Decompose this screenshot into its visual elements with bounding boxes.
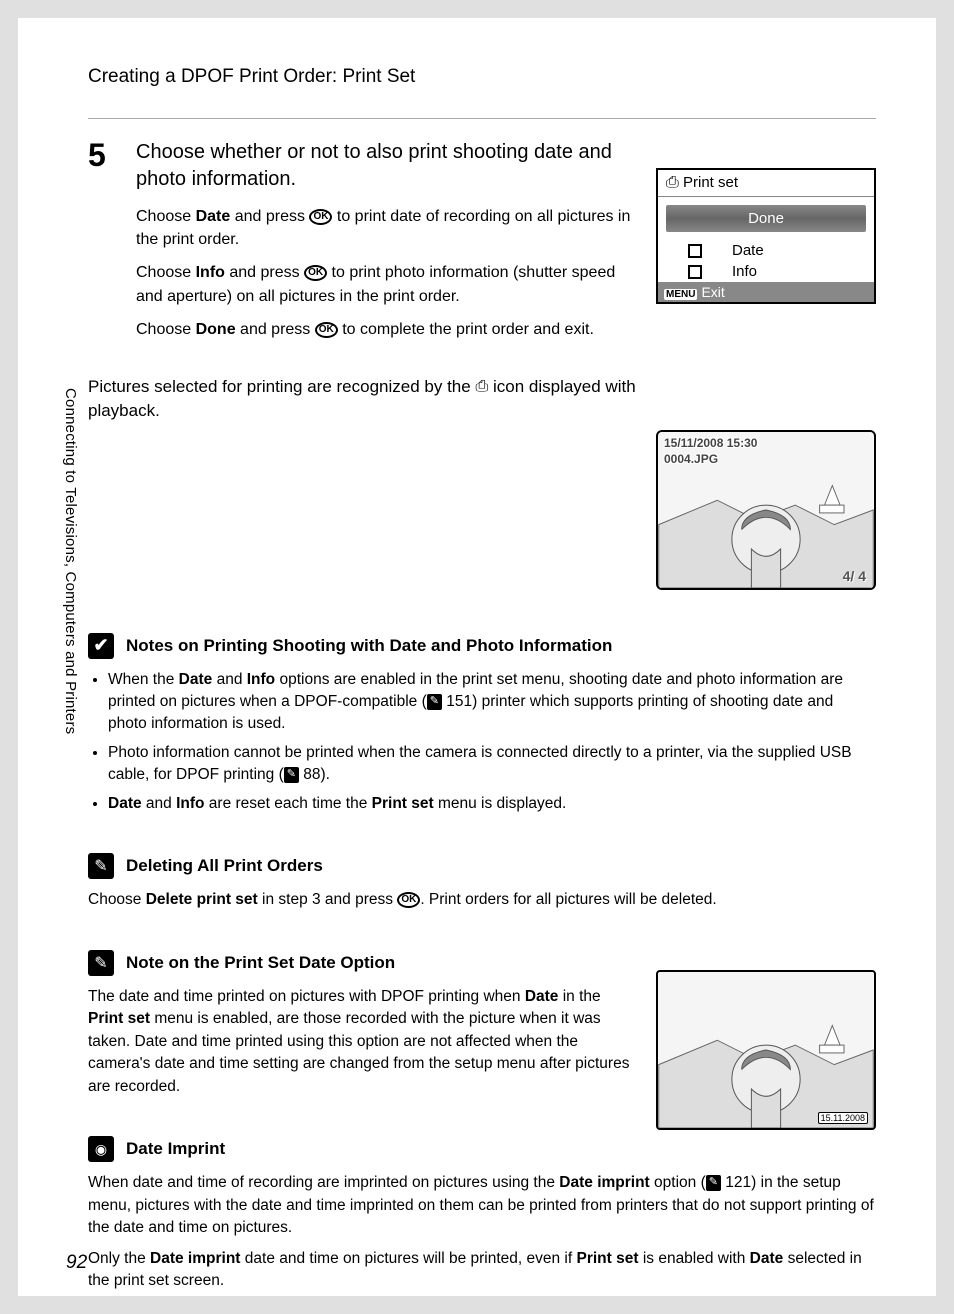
checkbox-icon [688, 265, 702, 279]
ok-icon: OK [315, 322, 338, 338]
note-icon: ✎ [88, 950, 114, 976]
note-heading: Date Imprint [126, 1139, 225, 1159]
page-ref-icon: ✎ [427, 694, 442, 710]
menu-info-label: Info [732, 263, 757, 280]
menu-badge: MENU [664, 289, 697, 300]
print-icon: ⎙ [475, 376, 488, 398]
notes-shooting-info: ✔ Notes on Printing Shooting with Date a… [88, 633, 876, 816]
imprint-date-label: 15.11.2008 [818, 1112, 868, 1124]
note-para: Choose Delete print set in step 3 and pr… [88, 889, 876, 911]
page-number: 92 [66, 1252, 87, 1274]
page-ref-icon: ✎ [706, 1175, 721, 1191]
checkbox-icon [688, 244, 702, 258]
page-header: Creating a DPOF Print Order: Print Set [88, 66, 876, 88]
step-para-done: Choose Done and press OK to complete the… [136, 318, 876, 341]
ok-icon: OK [309, 209, 332, 225]
page-ref-icon: ✎ [284, 767, 299, 783]
notes-delete-orders: ✎ Deleting All Print Orders Choose Delet… [88, 853, 876, 911]
note-item: When the Date and Info options are enabl… [108, 669, 876, 736]
step-number: 5 [88, 139, 116, 171]
menu-date-row: Date [658, 240, 874, 261]
ok-icon: OK [304, 265, 327, 281]
caution-icon: ✔ [88, 633, 114, 659]
menu-title: ⎙ Print set [658, 170, 874, 197]
playback-note: Pictures selected for printing are recog… [88, 375, 876, 423]
playback-screenshot: 15/11/2008 15:30 0004.JPG 4/ 4 [656, 430, 876, 590]
menu-footer: MENUExit [658, 282, 874, 302]
note-heading: Notes on Printing Shooting with Date and… [126, 636, 612, 656]
notes-date-imprint: ◉ Date Imprint When date and time of rec… [88, 1136, 876, 1292]
note-heading: Deleting All Print Orders [126, 856, 323, 876]
print-set-menu-screenshot: ⎙ Print set Done Date Info MENUExit [656, 168, 876, 304]
menu-date-label: Date [732, 242, 764, 259]
note-icon: ✎ [88, 853, 114, 879]
ok-icon: OK [397, 892, 420, 908]
menu-info-row: Info [658, 261, 874, 282]
section-label: Connecting to Televisions, Computers and… [62, 388, 79, 734]
divider [88, 118, 876, 119]
note-heading: Note on the Print Set Date Option [126, 953, 395, 973]
tip-icon: ◉ [88, 1136, 114, 1162]
playback-counter: 4/ 4 [843, 568, 866, 584]
manual-page: Creating a DPOF Print Order: Print Set C… [18, 18, 936, 1296]
print-icon: ⎙ [666, 174, 679, 192]
playback-overlay: 15/11/2008 15:30 0004.JPG [664, 436, 757, 467]
date-imprint-screenshot: 15.11.2008 [656, 970, 876, 1130]
note-para: When date and time of recording are impr… [88, 1172, 876, 1239]
menu-done: Done [666, 205, 866, 232]
note-item: Date and Info are reset each time the Pr… [108, 793, 876, 815]
note-item: Photo information cannot be printed when… [108, 742, 876, 787]
note-para: Only the Date imprint date and time on p… [88, 1248, 876, 1293]
